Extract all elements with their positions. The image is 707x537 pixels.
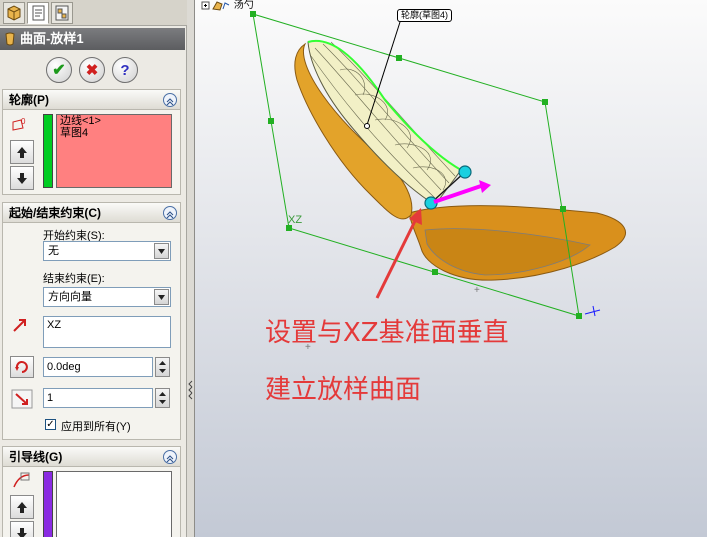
end-constraint-label: 结束约束(E):	[43, 273, 105, 285]
tangent-length-icon	[11, 389, 33, 409]
profiles-list[interactable]: 边线<1> 草图4	[56, 114, 172, 188]
annotation-text-line-2: 建立放样曲面	[265, 375, 422, 405]
coordinate-triad-icon	[584, 305, 601, 317]
tangent-length-spinner[interactable]: 1	[43, 388, 173, 408]
panel-tab-bar	[0, 0, 187, 26]
arrow-down-icon	[17, 528, 27, 537]
guide-curves-header-label: 引导线(G)	[9, 450, 63, 464]
reverse-direction-icon	[15, 361, 28, 373]
action-buttons: ✔ ✖ ?	[0, 52, 185, 88]
apply-all-checkbox[interactable]: ✓	[45, 419, 56, 430]
move-down-button[interactable]	[10, 166, 34, 190]
dropdown-arrow-icon[interactable]	[154, 243, 169, 259]
profiles-group: 轮廓(P) 0 边线<1> 草图4	[2, 89, 181, 195]
dropdown-arrow-icon[interactable]	[154, 289, 169, 305]
arrow-up-icon	[17, 502, 27, 513]
svg-text:0: 0	[21, 117, 26, 126]
property-manager-panel: 曲面-放样1 ✔ ✖ ? 轮廓(P) 0 边线<1> 草图4 起始/结束约束(C…	[0, 0, 187, 537]
direction-vector-icon	[13, 319, 26, 332]
guide-move-up-button[interactable]	[10, 495, 34, 519]
cancel-button[interactable]: ✖	[79, 57, 105, 83]
plane-handle[interactable]	[542, 99, 548, 105]
constraints-group: 起始/结束约束(C) 开始约束(S): 无 结束约束(E): 方向向量 XZ 0…	[2, 202, 181, 440]
end-constraint-value: 方向向量	[48, 291, 92, 303]
plane-handle[interactable]	[560, 206, 566, 212]
arrow-down-icon	[17, 173, 27, 184]
graphics-area[interactable]: + + 汤勺 轮廓(草图4) XZ 设置与XZ基准面垂直 建立放样曲面	[195, 0, 707, 537]
help-icon: ?	[120, 61, 130, 79]
splitter-grip-icon[interactable]	[188, 378, 194, 402]
list-item[interactable]: 草图4	[57, 127, 171, 139]
plane-handle[interactable]	[432, 269, 438, 275]
move-up-button[interactable]	[10, 140, 34, 164]
help-button[interactable]: ?	[112, 57, 138, 83]
constraints-header[interactable]: 起始/结束约束(C)	[3, 203, 180, 223]
collapse-icon[interactable]	[163, 93, 177, 107]
guide-curves-header[interactable]: 引导线(G)	[3, 447, 180, 467]
end-constraint-select[interactable]: 方向向量	[43, 287, 171, 307]
callout-anchor-point	[364, 123, 370, 129]
start-constraint-value: 无	[48, 245, 59, 257]
origin-marker: +	[474, 285, 480, 296]
guide-curves-list[interactable]	[56, 471, 172, 537]
draft-angle-input[interactable]: 0.0deg	[43, 357, 153, 377]
constraints-header-label: 起始/结束约束(C)	[9, 206, 101, 220]
guide-curve-icon	[13, 472, 30, 488]
callout-label: 轮廓(草图4)	[401, 10, 448, 20]
ok-button[interactable]: ✔	[46, 57, 72, 83]
profile-color-bar	[43, 114, 53, 188]
loft-surface-icon	[5, 32, 15, 46]
close-icon: ✖	[85, 62, 99, 79]
tree-part-icon	[201, 1, 230, 11]
collapse-icon[interactable]	[163, 450, 177, 464]
annotation-arrow	[375, 218, 418, 299]
profile-callout[interactable]: 轮廓(草图4)	[397, 9, 452, 22]
tangent-length-input[interactable]: 1	[43, 388, 153, 408]
direction-vector-arrowhead	[479, 180, 491, 193]
arrow-up-icon	[17, 147, 27, 158]
tree-node-label: 汤勺	[233, 0, 254, 11]
reverse-direction-button[interactable]	[10, 356, 34, 378]
configuration-manager-tab[interactable]	[51, 2, 73, 24]
profiles-header-label: 轮廓(P)	[9, 93, 49, 107]
property-manager-tab[interactable]	[27, 2, 49, 24]
checkmark-icon: ✔	[52, 62, 66, 79]
plane-handle[interactable]	[268, 118, 274, 124]
plane-handle[interactable]	[396, 55, 402, 61]
connector-point[interactable]	[458, 165, 472, 179]
list-item[interactable]: 边线<1>	[57, 115, 171, 127]
direction-vector-field[interactable]: XZ	[43, 316, 171, 348]
spin-buttons[interactable]	[155, 388, 170, 408]
profile-sketch-icon: 0	[12, 117, 26, 131]
collapse-icon[interactable]	[163, 206, 177, 220]
start-constraint-select[interactable]: 无	[43, 241, 171, 261]
direction-vector-value: XZ	[47, 319, 62, 331]
apply-all-label[interactable]: 应用到所有(Y)	[61, 418, 131, 434]
plane-handle[interactable]	[576, 313, 582, 319]
guide-move-down-button[interactable]	[10, 521, 34, 537]
feature-tree-node[interactable]: 汤勺	[201, 0, 254, 12]
panel-splitter[interactable]	[187, 0, 195, 537]
feature-manager-icon	[7, 5, 21, 21]
guide-curves-group: 引导线(G)	[2, 446, 181, 537]
draft-angle-spinner[interactable]: 0.0deg	[43, 357, 173, 377]
configuration-manager-icon	[55, 5, 69, 21]
feature-title: 曲面-放样1	[20, 31, 84, 46]
model-scene[interactable]: + +	[195, 0, 707, 537]
feature-manager-tab[interactable]	[3, 2, 25, 24]
annotation-text-line-1: 设置与XZ基准面垂直	[265, 318, 509, 348]
property-manager-icon	[32, 5, 45, 21]
guide-color-bar	[43, 471, 53, 537]
profiles-header[interactable]: 轮廓(P)	[3, 90, 180, 110]
spin-buttons[interactable]	[155, 357, 170, 377]
plane-label: XZ	[288, 214, 303, 226]
feature-title-bar: 曲面-放样1	[0, 28, 185, 50]
